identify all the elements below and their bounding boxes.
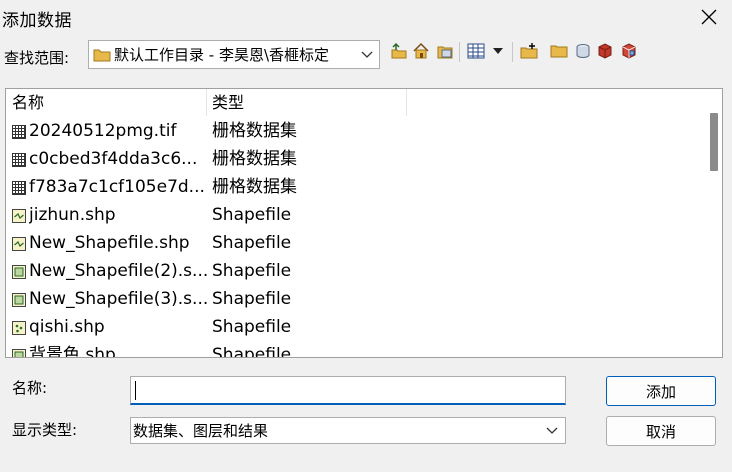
show-type-value: 数据集、图层和结果 bbox=[133, 422, 269, 440]
up-arrow-folder-icon bbox=[391, 42, 407, 59]
look-in-dropdown[interactable]: 默认工作目录 - 李昊恩\香榧标定 bbox=[88, 40, 380, 69]
item-type: Shapefile bbox=[212, 261, 292, 281]
toolbox-button[interactable] bbox=[618, 40, 640, 62]
up-one-level-button[interactable] bbox=[388, 40, 410, 62]
window-title: 添加数据 bbox=[2, 11, 72, 31]
item-type: Shapefile bbox=[212, 205, 292, 225]
list-item[interactable]: f783a7c1cf105e7d... 栅格数据集 bbox=[6, 173, 706, 201]
look-in-label: 查找范围: bbox=[4, 49, 70, 67]
point-shapefile-icon bbox=[12, 320, 26, 335]
show-type-label: 显示类型: bbox=[12, 421, 78, 439]
folder-icon bbox=[93, 49, 111, 61]
new-folder-icon bbox=[520, 43, 538, 59]
polygon-shapefile-icon bbox=[12, 292, 26, 307]
database-icon bbox=[576, 44, 590, 58]
list-rows: 20240512pmg.tif 栅格数据集 c0cbed3f4dda3c6... 栅格… bbox=[6, 117, 706, 358]
item-name: jizhun.shp bbox=[29, 205, 116, 225]
polyline-shapefile-icon bbox=[12, 208, 26, 223]
item-name: New_Shapefile(2).s... bbox=[29, 261, 207, 281]
list-item[interactable]: New_Shapefile(3).s... Shapefile bbox=[6, 285, 706, 313]
column-header-type[interactable]: 类型 bbox=[206, 89, 406, 116]
chevron-down-icon[interactable] bbox=[539, 427, 565, 435]
list-item[interactable]: New_Shapefile.shp Shapefile bbox=[6, 229, 706, 257]
name-input[interactable] bbox=[130, 376, 566, 405]
raster-icon bbox=[12, 152, 26, 167]
caret-down-icon bbox=[493, 48, 503, 54]
list-item[interactable]: 背景色.shp Shapefile bbox=[6, 341, 706, 358]
raster-icon bbox=[12, 180, 26, 195]
list-item[interactable]: jizhun.shp Shapefile bbox=[6, 201, 706, 229]
geodatabase-button[interactable] bbox=[594, 40, 616, 62]
close-icon bbox=[701, 9, 717, 25]
list-item[interactable]: 20240512pmg.tif 栅格数据集 bbox=[6, 117, 706, 145]
item-type: Shapefile bbox=[212, 233, 292, 253]
item-name: c0cbed3f4dda3c6... bbox=[29, 149, 198, 169]
item-name: qishi.shp bbox=[29, 317, 105, 337]
show-type-dropdown[interactable]: 数据集、图层和结果 bbox=[130, 417, 566, 444]
list-item[interactable]: New_Shapefile(2).s... Shapefile bbox=[6, 257, 706, 285]
home-icon bbox=[413, 42, 429, 59]
file-list[interactable]: 名称 类型 20240512pmg.tif 栅格数据集 c0cbed3f4dda3c… bbox=[5, 88, 723, 358]
chevron-down-icon[interactable] bbox=[355, 51, 379, 59]
list-header: 名称 类型 bbox=[6, 89, 706, 116]
toolbar-separator bbox=[512, 42, 513, 62]
text-caret bbox=[135, 381, 136, 400]
item-type: Shapefile bbox=[212, 345, 292, 358]
item-name: 20240512pmg.tif bbox=[29, 121, 177, 141]
list-item[interactable]: c0cbed3f4dda3c6... 栅格数据集 bbox=[6, 145, 706, 173]
folder-icon bbox=[550, 45, 568, 58]
title-bar: 添加数据 bbox=[0, 0, 732, 34]
folder-button[interactable] bbox=[548, 40, 570, 62]
item-type: 栅格数据集 bbox=[212, 121, 297, 141]
new-folder-button[interactable] bbox=[518, 40, 540, 62]
raster-icon bbox=[12, 124, 26, 139]
grid-view-icon bbox=[467, 43, 485, 59]
column-divider[interactable] bbox=[406, 89, 407, 116]
toolbar-separator bbox=[459, 42, 460, 62]
vertical-scrollbar[interactable] bbox=[705, 89, 722, 357]
view-list-button[interactable] bbox=[465, 40, 487, 62]
connect-folder-button[interactable] bbox=[434, 40, 456, 62]
column-header-name[interactable]: 名称 bbox=[6, 89, 206, 116]
item-name: 背景色.shp bbox=[29, 345, 116, 358]
database-button[interactable] bbox=[572, 40, 594, 62]
item-name: New_Shapefile.shp bbox=[29, 233, 190, 253]
polyline-shapefile-icon bbox=[12, 236, 26, 251]
name-label: 名称: bbox=[12, 379, 48, 397]
geodatabase-icon bbox=[598, 43, 612, 59]
list-item[interactable]: qishi.shp Shapefile bbox=[6, 313, 706, 341]
look-in-value: 默认工作目录 - 李昊恩\香榧标定 bbox=[114, 46, 330, 64]
item-name: New_Shapefile(3).s... bbox=[29, 289, 207, 309]
item-type: 栅格数据集 bbox=[212, 149, 297, 169]
item-type: Shapefile bbox=[212, 289, 292, 309]
cancel-button[interactable]: 取消 bbox=[606, 416, 716, 446]
toolbox-icon bbox=[622, 43, 636, 59]
item-type: Shapefile bbox=[212, 317, 292, 337]
connect-folder-icon bbox=[437, 46, 453, 59]
add-button[interactable]: 添加 bbox=[606, 376, 716, 406]
home-button[interactable] bbox=[410, 40, 432, 62]
polygon-shapefile-icon bbox=[12, 264, 26, 279]
scrollbar-thumb[interactable] bbox=[710, 113, 718, 171]
close-button[interactable] bbox=[686, 0, 732, 34]
view-options-dropdown[interactable] bbox=[487, 40, 509, 62]
item-name: f783a7c1cf105e7d... bbox=[29, 177, 205, 197]
polygon-shapefile-icon bbox=[12, 348, 26, 357]
item-type: 栅格数据集 bbox=[212, 177, 297, 197]
